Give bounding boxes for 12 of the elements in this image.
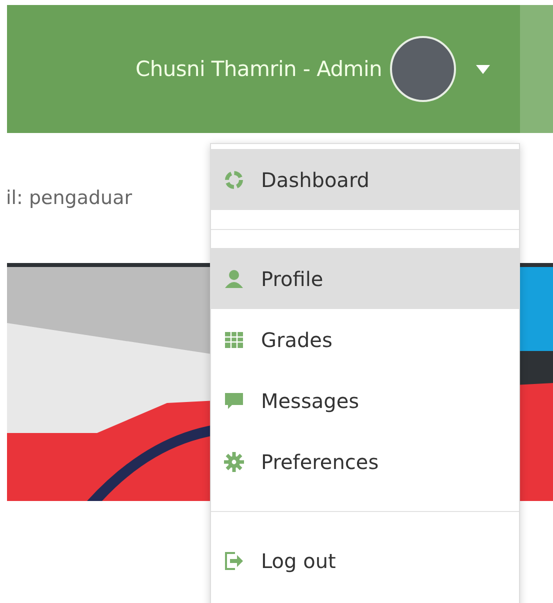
- caret-icon[interactable]: [476, 64, 490, 74]
- dashboard-icon: [223, 168, 245, 190]
- menu-item[interactable]: Dashboard: [211, 149, 519, 210]
- logout-icon: [223, 550, 245, 572]
- menu-item[interactable]: Messages: [211, 370, 519, 431]
- contact-text: il: pengaduar: [6, 187, 132, 209]
- menu-item[interactable]: Log out: [211, 530, 519, 591]
- menu-item[interactable]: Grades: [211, 309, 519, 370]
- gear-icon: [223, 450, 245, 472]
- menu-item[interactable]: Profile: [211, 248, 519, 309]
- menu-item[interactable]: Preferences: [211, 431, 519, 492]
- user-icon: [223, 268, 245, 290]
